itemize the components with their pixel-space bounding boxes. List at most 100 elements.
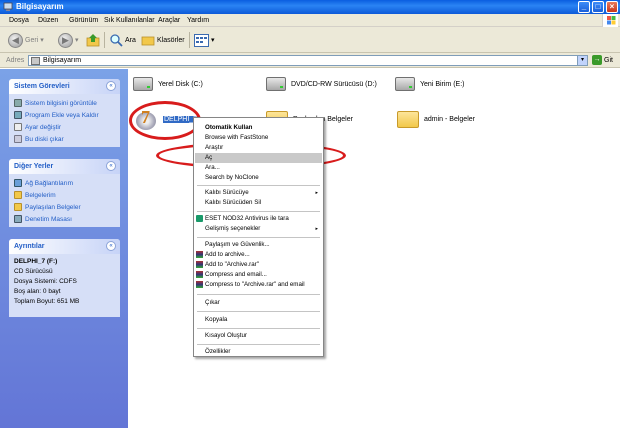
maximize-button[interactable]: □ xyxy=(592,1,604,13)
menu-araclar[interactable]: Araçlar xyxy=(158,17,180,24)
other-places-panel: Diğer Yerler « Ağ Bağlantılarım Belgeler… xyxy=(9,159,120,227)
menu-gorunum[interactable]: Görünüm xyxy=(69,17,98,24)
back-dropdown-icon[interactable]: ▾ xyxy=(40,36,44,44)
menu-dosya[interactable]: Dosya xyxy=(9,17,29,24)
menu-item-add-archive[interactable]: Add to archive... xyxy=(195,250,322,260)
submenu-arrow-icon: ▸ xyxy=(315,226,318,232)
task-eject-disk[interactable]: Bu diski çıkar xyxy=(9,133,120,145)
details-panel: Ayrıntılar « DELPHI_7 (F:) CD Sürücüsü D… xyxy=(9,239,120,317)
hard-drive-icon xyxy=(395,77,415,91)
views-button[interactable]: ▾ xyxy=(194,31,215,49)
place-label: Belgelerim xyxy=(25,191,56,199)
menu-item-label: Compress to "Archive.rar" and email xyxy=(205,281,305,288)
other-places-header[interactable]: Diğer Yerler « xyxy=(9,159,120,174)
details-title: Ayrıntılar xyxy=(14,243,45,250)
place-network-connections[interactable]: Ağ Bağlantılarım xyxy=(9,177,120,189)
drive-d[interactable]: DVD/CD-RW Sürücüsü (D:) xyxy=(266,77,377,91)
menu-item-compress-rar-email[interactable]: Compress to "Archive.rar" and email xyxy=(195,280,322,290)
place-label: Denetim Masası xyxy=(25,215,72,223)
drive-label: DVD/CD-RW Sürücüsü (D:) xyxy=(291,80,377,88)
go-label: Git xyxy=(604,56,613,64)
menu-item-label: Kalıbı Sürücüye xyxy=(205,189,249,196)
winrar-icon xyxy=(196,251,203,258)
submenu-arrow-icon: ▸ xyxy=(315,190,318,196)
drive-e[interactable]: Yeni Birim (E:) xyxy=(395,77,464,91)
close-button[interactable]: × xyxy=(606,1,618,13)
control-panel-icon xyxy=(14,215,22,223)
place-shared-documents[interactable]: Paylaşılan Belgeler xyxy=(9,201,120,213)
menu-item-advanced[interactable]: Gelişmiş seçenekler ▸ xyxy=(195,224,322,234)
search-button[interactable]: Ara xyxy=(109,31,136,49)
menu-item-sharing[interactable]: Paylaşım ve Güvenlik... xyxy=(195,240,322,250)
menu-item-label: Add to "Archive.rar" xyxy=(205,261,259,268)
menu-item-label: Add to archive... xyxy=(205,251,250,258)
control-panel-icon xyxy=(14,123,22,131)
forward-dropdown-icon[interactable]: ▾ xyxy=(75,36,79,44)
system-tasks-header[interactable]: Sistem Görevleri « xyxy=(9,79,120,94)
minimize-button[interactable]: _ xyxy=(578,1,590,13)
views-dropdown-icon[interactable]: ▾ xyxy=(211,36,215,44)
eject-icon xyxy=(14,135,22,143)
task-label: Sistem bilgisini görüntüle xyxy=(25,99,97,107)
forward-button[interactable]: ▶ ▾ xyxy=(58,31,79,49)
menu-item-open[interactable]: Aç xyxy=(195,153,322,163)
task-label: Ayar değiştir xyxy=(25,123,62,131)
folder-admin-documents[interactable]: admin - Belgeler xyxy=(397,111,475,128)
menu-item-properties[interactable]: Özellikler xyxy=(195,347,322,357)
toolbar-separator xyxy=(189,32,190,48)
folders-label: Klasörler xyxy=(157,36,185,44)
network-icon xyxy=(14,179,22,187)
back-button[interactable]: ◀ Geri ▾ xyxy=(8,31,44,49)
menu-item-faststone[interactable]: Browse with FastStone xyxy=(195,133,322,143)
folders-button[interactable]: Klasörler xyxy=(141,31,185,49)
details-header[interactable]: Ayrıntılar « xyxy=(9,239,120,254)
menu-favorites[interactable]: Sık Kullanılanlar xyxy=(104,17,155,24)
menu-item-eset-scan[interactable]: ESET NOD32 Antivirus ile tara xyxy=(195,214,322,224)
hard-drive-icon xyxy=(133,77,153,91)
toolbar: ◀ Geri ▾ ▶ ▾ Ara Klasörler ▾ xyxy=(0,27,620,53)
go-button[interactable]: → Git xyxy=(592,55,613,65)
search-label: Ara xyxy=(125,36,136,44)
back-arrow-icon: ◀ xyxy=(8,32,23,48)
folder-icon xyxy=(14,191,22,199)
task-add-remove-programs[interactable]: Program Ekle veya Kaldır xyxy=(9,109,120,121)
menu-separator xyxy=(197,185,320,186)
menu-item-compress-email[interactable]: Compress and email... xyxy=(195,270,322,280)
title-bar[interactable]: Bilgisayarım _ □ × xyxy=(0,0,620,14)
address-dropdown-icon[interactable]: ▾ xyxy=(577,56,587,65)
menu-yardim[interactable]: Yardım xyxy=(187,17,209,24)
task-label: Program Ekle veya Kaldır xyxy=(25,111,99,119)
address-input[interactable]: Bilgisayarım ▾ xyxy=(28,55,588,66)
collapse-icon[interactable]: « xyxy=(106,241,116,251)
menu-item-noclone[interactable]: Search by NoClone xyxy=(195,173,322,183)
menu-item-unmount-image[interactable]: Kalıbı Sürücüden Sil xyxy=(195,198,322,208)
drive-label: Yeni Birim (E:) xyxy=(420,80,465,88)
eset-icon xyxy=(196,215,203,222)
menu-item-mount-image[interactable]: Kalıbı Sürücüye ▸ xyxy=(195,188,322,198)
menu-bar: Dosya Düzen Görünüm Sık Kullanılanlar Ar… xyxy=(0,14,620,27)
place-label: Paylaşılan Belgeler xyxy=(25,203,81,211)
menu-duzen[interactable]: Düzen xyxy=(38,17,58,24)
place-my-documents[interactable]: Belgelerim xyxy=(9,189,120,201)
menu-item-autoplay[interactable]: Otomatik Kullan xyxy=(195,123,322,133)
up-folder-button[interactable] xyxy=(86,31,101,49)
system-tasks-title: Sistem Görevleri xyxy=(14,83,70,90)
menu-item-search[interactable]: Ara... xyxy=(195,163,322,173)
menu-item-copy[interactable]: Kopyala xyxy=(195,315,322,325)
menu-item-explore[interactable]: Araştır xyxy=(195,143,322,153)
winrar-icon xyxy=(196,261,203,268)
place-control-panel[interactable]: Denetim Masası xyxy=(9,213,120,225)
details-total-size: Toplam Boyut: 651 MB xyxy=(14,298,80,305)
drive-label: Yerel Disk (C:) xyxy=(158,80,203,88)
address-label: Adres xyxy=(6,57,25,64)
menu-item-create-shortcut[interactable]: Kısayol Oluştur xyxy=(195,331,322,341)
task-system-info[interactable]: Sistem bilgisini görüntüle xyxy=(9,97,120,109)
my-computer-icon xyxy=(3,2,13,11)
collapse-icon[interactable]: « xyxy=(106,161,116,171)
menu-separator xyxy=(197,211,320,212)
collapse-icon[interactable]: « xyxy=(106,81,116,91)
menu-item-eject[interactable]: Çıkar xyxy=(195,298,322,308)
drive-c[interactable]: Yerel Disk (C:) xyxy=(133,77,203,91)
task-change-setting[interactable]: Ayar değiştir xyxy=(9,121,120,133)
menu-item-add-archive-rar[interactable]: Add to "Archive.rar" xyxy=(195,260,322,270)
